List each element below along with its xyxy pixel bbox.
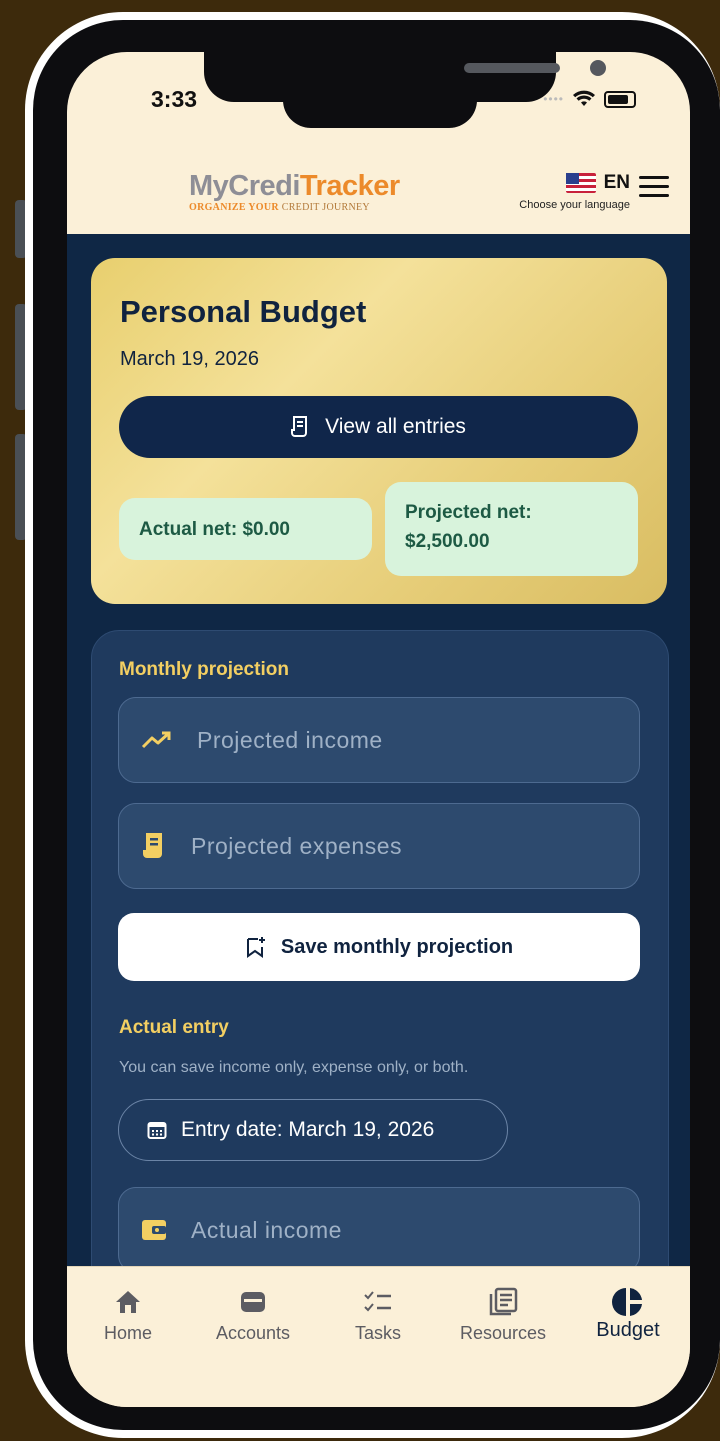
book-icon	[489, 1287, 518, 1316]
projected-expenses-placeholder: Projected expenses	[191, 832, 403, 859]
actual-entry-title: Actual entry	[119, 1017, 229, 1038]
wallet-icon	[142, 1220, 166, 1240]
language-code: EN	[603, 172, 630, 193]
signal-icon: ••••	[543, 92, 564, 106]
bookmark-add-icon	[246, 937, 265, 958]
view-all-entries-button[interactable]: View all entries	[119, 396, 638, 458]
logo-text: MyCrediTracker	[189, 170, 400, 202]
nav-item-resources[interactable]: Resources	[448, 1287, 558, 1344]
pie-chart-icon	[612, 1288, 642, 1316]
us-flag-icon	[565, 173, 596, 193]
main-content[interactable]: Personal Budget March 19, 2026 View all …	[67, 234, 690, 1266]
nav-item-accounts[interactable]: Accounts	[198, 1287, 308, 1344]
receipt-icon	[291, 416, 308, 437]
nav-label-resources: Resources	[459, 1323, 547, 1343]
budget-form-card: Monthly projection Projected income Proj…	[91, 630, 669, 1266]
entry-date-button[interactable]: Entry date: March 19, 2026	[118, 1099, 508, 1161]
save-monthly-projection-label: Save monthly projection	[280, 935, 514, 958]
monthly-projection-title: Monthly projection	[119, 659, 289, 680]
save-monthly-projection-button[interactable]: Save monthly projection	[118, 913, 640, 981]
actual-income-placeholder: Actual income	[191, 1216, 342, 1243]
status-icons: ••••	[543, 90, 636, 108]
nav-item-budget[interactable]: Budget	[573, 1287, 683, 1342]
calendar-icon	[147, 1122, 167, 1139]
app-screen: 3:33 •••• MyCrediTracker ORGANIZE YOUR C…	[67, 52, 690, 1407]
language-selector[interactable]: EN Choose your language	[480, 172, 630, 211]
nav-item-tasks[interactable]: Tasks	[323, 1287, 433, 1344]
actual-income-field[interactable]: Actual income	[118, 1187, 640, 1266]
nav-label-budget: Budget	[596, 1319, 660, 1341]
logo-tagline: ORGANIZE YOUR CREDIT JOURNEY	[189, 202, 370, 213]
actual-entry-hint: You can save income only, expense only, …	[119, 1059, 469, 1076]
wallet-icon	[241, 1292, 265, 1312]
checklist-icon	[364, 1291, 391, 1312]
brand-logo[interactable]: MyCrediTracker ORGANIZE YOUR CREDIT JOUR…	[189, 170, 439, 213]
hamburger-menu-icon[interactable]	[639, 176, 669, 203]
battery-icon	[604, 90, 636, 108]
wifi-icon	[573, 90, 595, 106]
notch-lower	[283, 92, 477, 128]
bottom-nav: Home Accounts Tasks Resources Budget	[67, 1266, 690, 1407]
nav-label-tasks: Tasks	[354, 1323, 401, 1343]
camera	[590, 60, 606, 76]
speaker	[464, 63, 560, 73]
actual-net-badge: Actual net: $0.00	[119, 498, 372, 560]
projected-net-badge: Projected net: $2,500.00	[385, 482, 638, 576]
receipt-icon	[143, 833, 162, 858]
budget-summary-card: Personal Budget March 19, 2026 View all …	[91, 258, 667, 604]
projected-income-field[interactable]: Projected income	[118, 697, 640, 783]
view-all-entries-label: View all entries	[325, 415, 466, 438]
projected-expenses-field[interactable]: Projected expenses	[118, 803, 640, 889]
language-hint: Choose your language	[519, 199, 630, 211]
home-icon	[116, 1291, 140, 1313]
trending-up-icon	[141, 731, 171, 749]
nav-item-home[interactable]: Home	[73, 1287, 183, 1344]
budget-date: March 19, 2026	[120, 348, 259, 370]
nav-label-home: Home	[103, 1323, 152, 1343]
nav-label-accounts: Accounts	[215, 1323, 291, 1343]
entry-date-label: Entry date: March 19, 2026	[181, 1118, 435, 1141]
projected-income-placeholder: Projected income	[197, 726, 383, 753]
page-title: Personal Budget	[120, 294, 367, 329]
status-time: 3:33	[151, 86, 198, 112]
